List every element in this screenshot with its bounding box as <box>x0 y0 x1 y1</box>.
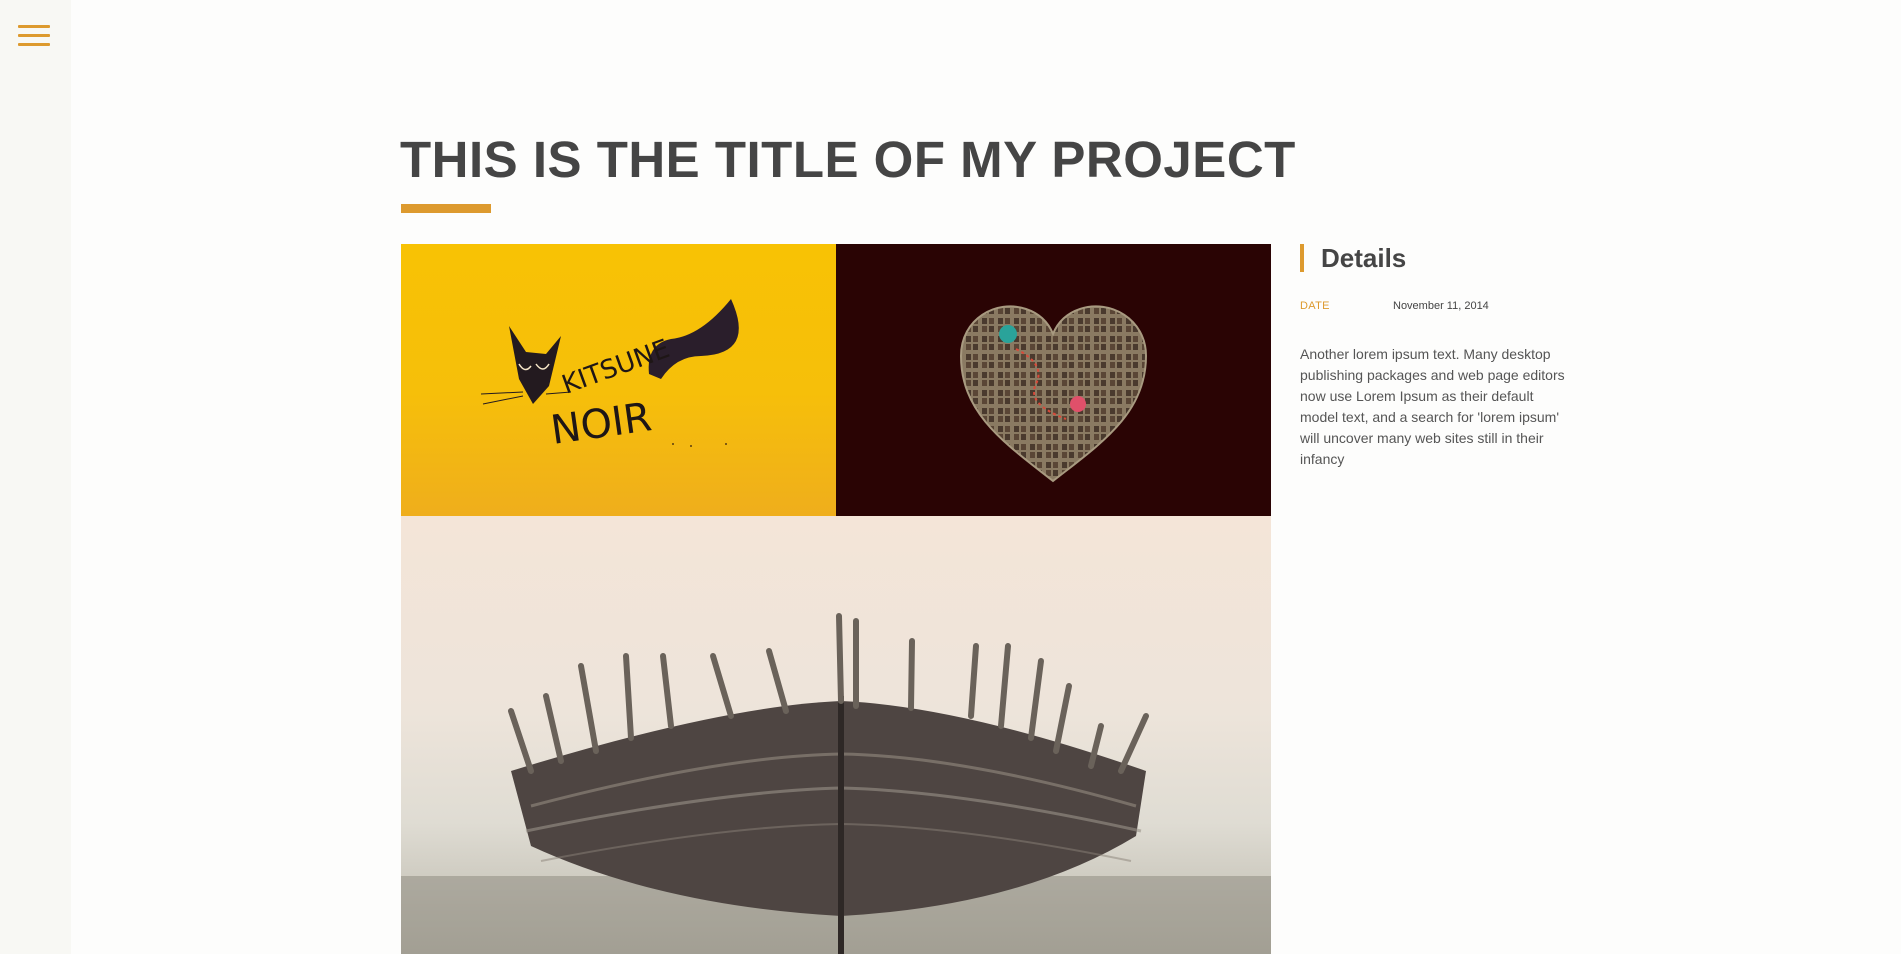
details-accent-bar <box>1300 244 1304 272</box>
date-label: DATE <box>1300 300 1330 312</box>
heart-windows-image[interactable] <box>836 244 1271 516</box>
date-row: DATE November 11, 2014 <box>1300 298 1580 314</box>
details-panel: Details DATE November 11, 2014 Another l… <box>1300 244 1580 470</box>
hamburger-menu-icon[interactable] <box>18 25 50 47</box>
details-heading: Details <box>1321 243 1407 273</box>
project-gallery: KITSUNE NOIR <box>401 244 1271 954</box>
details-header: Details <box>1300 244 1580 272</box>
old-boat-image[interactable] <box>401 516 1271 954</box>
project-description: Another lorem ipsum text. Many desktop p… <box>1300 346 1565 467</box>
kitsune-noir-image[interactable]: KITSUNE NOIR <box>401 244 836 516</box>
kitsune-text: KITSUNE <box>558 334 674 401</box>
title-underline <box>401 204 491 213</box>
date-value: November 11, 2014 <box>1393 300 1489 312</box>
sidebar <box>0 0 71 954</box>
page-title: THIS IS THE TITLE OF MY PROJECT <box>400 131 1296 188</box>
noir-text: NOIR <box>548 394 654 454</box>
